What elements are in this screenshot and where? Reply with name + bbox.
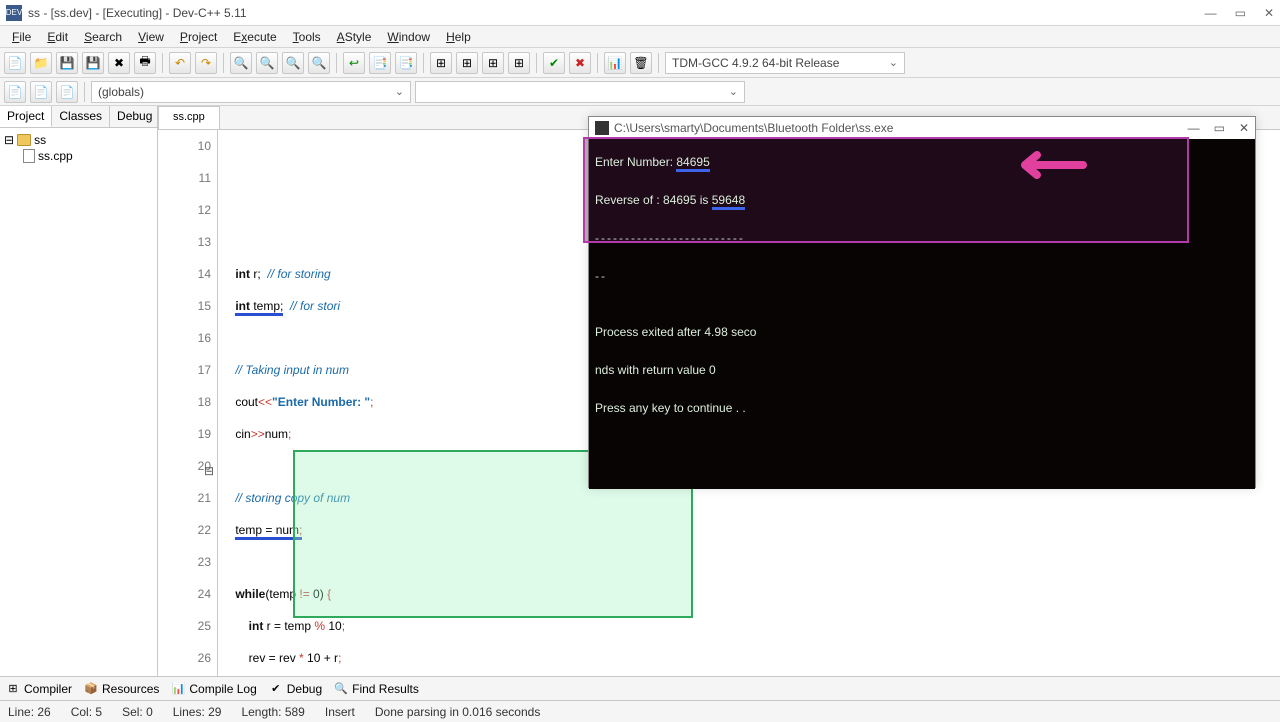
console-titlebar: C:\Users\smarty\Documents\Bluetooth Fold… — [589, 117, 1255, 139]
bottom-tabs: ⊞Compiler 📦Resources 📊Compile Log ✔Debug… — [0, 676, 1280, 700]
debug-ok-icon[interactable]: ✔ — [543, 52, 565, 74]
bottom-find-results[interactable]: 🔍Find Results — [334, 682, 419, 696]
redo-icon[interactable]: ↷ — [195, 52, 217, 74]
find-next-icon[interactable]: 🔍 — [308, 52, 330, 74]
console-body[interactable]: Enter Number: 84695 Reverse of : 84695 i… — [589, 139, 1255, 489]
toolbar-scope: 📄 📄 📄 (globals) — [0, 78, 1280, 106]
folder-icon — [17, 134, 31, 146]
maximize-icon[interactable]: ▭ — [1235, 6, 1246, 20]
line-gutter: 1011121314151617181920212223242526 — [158, 130, 218, 676]
console-close-icon[interactable]: ✕ — [1239, 121, 1249, 135]
editor-tab-sscpp[interactable]: ss.cpp — [158, 106, 220, 129]
status-length: Length: 589 — [241, 705, 304, 719]
new-file-icon[interactable]: 📄 — [4, 52, 26, 74]
status-parse: Done parsing in 0.016 seconds — [375, 705, 540, 719]
menu-edit[interactable]: Edit — [39, 28, 76, 46]
bottom-resources[interactable]: 📦Resources — [84, 682, 159, 696]
tab-project[interactable]: Project — [0, 106, 52, 127]
menu-tools[interactable]: Tools — [285, 28, 329, 46]
menu-window[interactable]: Window — [379, 28, 438, 46]
status-sel: Sel: 0 — [122, 705, 153, 719]
remove-file-icon[interactable]: 📄 — [56, 81, 78, 103]
goto-line-icon[interactable]: 📑 — [395, 52, 417, 74]
separator — [162, 53, 163, 73]
window-titlebar: DEV ss - [ss.dev] - [Executing] - Dev-C+… — [0, 0, 1280, 26]
bottom-compile-log[interactable]: 📊Compile Log — [171, 682, 256, 696]
replace-icon[interactable]: 🔍 — [256, 52, 278, 74]
status-col: Col: 5 — [71, 705, 102, 719]
menu-file[interactable]: File — [4, 28, 39, 46]
console-icon — [595, 121, 609, 135]
status-lines: Lines: 29 — [173, 705, 222, 719]
separator — [658, 53, 659, 73]
scope-select[interactable]: (globals) — [91, 81, 411, 103]
save-icon[interactable]: 💾 — [56, 52, 78, 74]
window-title: ss - [ss.dev] - [Executing] - Dev-C++ 5.… — [28, 6, 1205, 20]
menu-bar: File Edit Search View Project Execute To… — [0, 26, 1280, 48]
find-icon[interactable]: 🔍 — [230, 52, 252, 74]
menu-execute[interactable]: Execute — [225, 28, 284, 46]
open-icon[interactable]: 📁 — [30, 52, 52, 74]
menu-project[interactable]: Project — [172, 28, 225, 46]
separator — [536, 53, 537, 73]
separator — [84, 82, 85, 102]
menu-view[interactable]: View — [130, 28, 172, 46]
tree-root[interactable]: ⊟ss — [4, 132, 153, 148]
close-icon[interactable]: ✕ — [1264, 6, 1274, 20]
tab-debug[interactable]: Debug — [110, 106, 160, 127]
status-mode: Insert — [325, 705, 355, 719]
menu-astyle[interactable]: AStyle — [329, 28, 380, 46]
file-icon — [23, 149, 35, 163]
bottom-debug[interactable]: ✔Debug — [269, 682, 322, 696]
profile-icon[interactable]: 📊 — [604, 52, 626, 74]
project-tree: ⊟ss ss.cpp — [0, 128, 157, 168]
save-all-icon[interactable]: 💾 — [82, 52, 104, 74]
separator — [223, 53, 224, 73]
menu-help[interactable]: Help — [438, 28, 479, 46]
tree-file[interactable]: ss.cpp — [4, 148, 153, 164]
separator — [336, 53, 337, 73]
find-files-icon[interactable]: 🔍 — [282, 52, 304, 74]
add-file-icon[interactable]: 📄 — [30, 81, 52, 103]
run-icon[interactable]: ⊞ — [456, 52, 478, 74]
tab-classes[interactable]: Classes — [52, 106, 110, 127]
minimize-icon[interactable]: — — [1205, 6, 1217, 20]
compile-icon[interactable]: ⊞ — [430, 52, 452, 74]
panel-tabs: Project Classes Debug — [0, 106, 157, 128]
goto-icon[interactable]: ↩ — [343, 52, 365, 74]
compiler-select[interactable]: TDM-GCC 4.9.2 64-bit Release — [665, 52, 905, 74]
toolbar-main: 📄 📁 💾 💾 ✖ 🖶 ↶ ↷ 🔍 🔍 🔍 🔍 ↩ 📑 📑 ⊞ ⊞ ⊞ ⊞ ✔ … — [0, 48, 1280, 78]
fold-icon[interactable]: ⊟ — [204, 456, 214, 488]
menu-search[interactable]: Search — [76, 28, 130, 46]
console-title: C:\Users\smarty\Documents\Bluetooth Fold… — [614, 121, 893, 135]
new-project-icon[interactable]: 📄 — [4, 81, 26, 103]
project-panel: Project Classes Debug ⊟ss ss.cpp — [0, 106, 158, 676]
stop-icon[interactable]: ✖ — [569, 52, 591, 74]
separator — [423, 53, 424, 73]
close-file-icon[interactable]: ✖ — [108, 52, 130, 74]
status-line: Line: 26 — [8, 705, 51, 719]
console-window: C:\Users\smarty\Documents\Bluetooth Fold… — [588, 116, 1256, 488]
console-maximize-icon[interactable]: ▭ — [1214, 121, 1225, 135]
trash-icon[interactable]: 🗑 — [630, 52, 652, 74]
bottom-compiler[interactable]: ⊞Compiler — [6, 682, 72, 696]
symbol-select[interactable] — [415, 81, 745, 103]
separator — [597, 53, 598, 73]
print-icon[interactable]: 🖶 — [134, 52, 156, 74]
rebuild-icon[interactable]: ⊞ — [508, 52, 530, 74]
console-minimize-icon[interactable]: — — [1188, 121, 1200, 135]
app-icon: DEV — [6, 5, 22, 21]
bookmark-icon[interactable]: 📑 — [369, 52, 391, 74]
status-bar: Line: 26 Col: 5 Sel: 0 Lines: 29 Length:… — [0, 700, 1280, 722]
undo-icon[interactable]: ↶ — [169, 52, 191, 74]
compile-run-icon[interactable]: ⊞ — [482, 52, 504, 74]
